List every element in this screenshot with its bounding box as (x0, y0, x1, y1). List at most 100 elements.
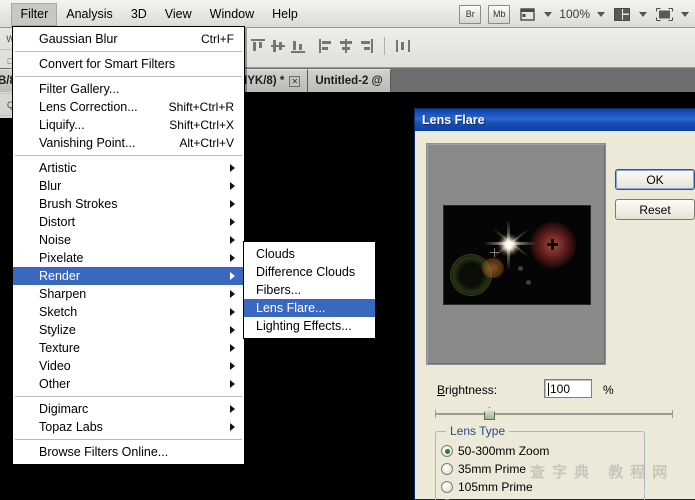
watermark-chinese: 查字典 教程网 (530, 463, 675, 481)
menu-item-digimarc[interactable]: Digimarc (13, 400, 244, 418)
menu-item-gaussian-blur[interactable]: Gaussian Blur Ctrl+F (13, 30, 244, 48)
view-extras-chevron-down-icon[interactable] (544, 11, 553, 17)
mini-bridge-icon[interactable]: Mb (488, 4, 511, 24)
menu-item-shortcut: Alt+Ctrl+V (179, 136, 234, 150)
menu-window[interactable]: Window (201, 3, 263, 26)
flare-amber-ring (482, 258, 504, 278)
submenu-item-lighting-effects[interactable]: Lighting Effects... (244, 317, 375, 335)
radio-50-300mm-zoom[interactable]: 50-300mm Zoom (441, 444, 549, 458)
menu-item-pixelate[interactable]: Pixelate (13, 249, 244, 267)
menu-item-label: Distort (39, 215, 76, 229)
submenu-arrow-icon (230, 236, 235, 244)
menu-item-texture[interactable]: Texture (13, 339, 244, 357)
menu-filter[interactable]: Filter (11, 2, 58, 26)
dialog-title-label: Lens Flare (422, 113, 485, 127)
menu-item-shortcut: Shift+Ctrl+R (168, 100, 234, 114)
submenu-item-fibers[interactable]: Fibers... (244, 281, 375, 299)
align-bottom-edges-icon[interactable] (290, 38, 306, 54)
zoom-chevron-down-icon[interactable] (597, 11, 605, 17)
menu-item-label: Pixelate (39, 251, 84, 265)
menu-view[interactable]: View (156, 3, 201, 26)
document-tab-label: Untitled-2 @ (315, 75, 383, 87)
menu-item-label: Gaussian Blur (39, 32, 118, 46)
distribute-icon[interactable] (395, 38, 411, 54)
menu-item-brush-strokes[interactable]: Brush Strokes (13, 195, 244, 213)
menu-item-label: Liquify... (39, 118, 85, 132)
arrange-chevron-down-icon[interactable] (639, 11, 647, 17)
menu-item-sharpen[interactable]: Sharpen (13, 285, 244, 303)
menu-3d[interactable]: 3D (122, 3, 156, 26)
menu-item-label: Texture (39, 341, 80, 355)
brightness-unit: % (603, 383, 614, 397)
arrange-documents-icon[interactable] (612, 5, 632, 24)
reset-button[interactable]: Reset (615, 199, 695, 220)
screen-mode-icon[interactable] (654, 5, 674, 24)
submenu-arrow-icon (230, 272, 235, 280)
menu-item-shortcut: Ctrl+F (201, 32, 234, 46)
menu-item-sketch[interactable]: Sketch (13, 303, 244, 321)
document-tab[interactable]: Untitled-2 @ (308, 69, 391, 92)
submenu-item-difference-clouds[interactable]: Difference Clouds (244, 263, 375, 281)
align-horizontal-centers-icon[interactable] (338, 38, 354, 54)
menu-item-browse-filters-online[interactable]: Browse Filters Online... (13, 443, 244, 461)
menu-item-distort[interactable]: Distort (13, 213, 244, 231)
menu-view-label: View (164, 6, 192, 21)
menu-item-artistic[interactable]: Artistic (13, 159, 244, 177)
menu-item-vanishing-point[interactable]: Vanishing Point... Alt+Ctrl+V (13, 134, 244, 152)
render-submenu: Clouds Difference Clouds Fibers... Lens … (243, 241, 376, 339)
ok-button[interactable]: OK (615, 169, 695, 190)
menu-item-stylize[interactable]: Stylize (13, 321, 244, 339)
brightness-input[interactable]: 100 (544, 379, 592, 398)
submenu-item-lens-flare[interactable]: Lens Flare... (244, 299, 375, 317)
flare-center-crosshair-icon[interactable] (547, 239, 558, 250)
menu-help[interactable]: Help (263, 3, 307, 26)
menu-item-lens-correction[interactable]: Lens Correction... Shift+Ctrl+R (13, 98, 244, 116)
alignment-icons-group (250, 37, 411, 55)
align-left-edges-icon[interactable] (318, 38, 334, 54)
menu-analysis[interactable]: Analysis (57, 3, 122, 26)
align-right-edges-icon[interactable] (358, 38, 374, 54)
menu-item-filter-gallery[interactable]: Filter Gallery... (13, 80, 244, 98)
submenu-item-clouds[interactable]: Clouds (244, 245, 375, 263)
brightness-slider[interactable] (435, 407, 673, 421)
menu-item-label: Stylize (39, 323, 76, 337)
menu-item-label: Convert for Smart Filters (39, 57, 176, 71)
flare-preview-image[interactable] (443, 205, 591, 305)
menu-item-noise[interactable]: Noise (13, 231, 244, 249)
radio-105mm-prime[interactable]: 105mm Prime (441, 480, 533, 494)
radio-label: 35mm Prime (458, 462, 527, 476)
screen-mode-chevron-down-icon[interactable] (681, 11, 689, 17)
menu-item-other[interactable]: Other (13, 375, 244, 393)
align-top-edges-icon[interactable] (250, 38, 266, 54)
submenu-arrow-icon (230, 164, 235, 172)
flare-preview-panel[interactable] (426, 143, 606, 365)
radio-button-icon[interactable] (441, 445, 453, 457)
menu-item-video[interactable]: Video (13, 357, 244, 375)
align-vertical-centers-icon[interactable] (270, 38, 286, 54)
dialog-title-bar[interactable]: Lens Flare (415, 109, 695, 131)
menu-item-label: Sketch (39, 305, 78, 319)
slider-track (435, 413, 673, 415)
menu-item-render[interactable]: Render (13, 267, 244, 285)
slider-thumb[interactable] (484, 407, 495, 420)
menu-item-label: Browse Filters Online... (39, 445, 169, 459)
menu-item-label: Filter Gallery... (39, 82, 120, 96)
menu-item-label: Lens Correction... (39, 100, 138, 114)
menu-item-convert-for-smart-filters[interactable]: Convert for Smart Filters (13, 55, 244, 73)
ok-button-label: OK (646, 172, 664, 187)
bridge-icon[interactable]: Br (459, 4, 482, 24)
view-extras-icon[interactable] (517, 5, 537, 24)
radio-35mm-prime[interactable]: 35mm Prime (441, 462, 526, 476)
lens-flare-dialog: Lens Flare OK Reset Brightness: 100 % Le… (414, 108, 695, 500)
close-icon[interactable]: ✕ (289, 75, 301, 87)
application-menu-bar: Filter Analysis 3D View Window Help Br M… (0, 0, 695, 28)
watermark-url: jiaocheng.chazidian.com (561, 486, 671, 497)
flare-artifact-dot (518, 266, 523, 271)
menu-item-liquify[interactable]: Liquify... Shift+Ctrl+X (13, 116, 244, 134)
menu-item-blur[interactable]: Blur (13, 177, 244, 195)
radio-button-icon[interactable] (441, 481, 453, 493)
menu-item-topaz-labs[interactable]: Topaz Labs (13, 418, 244, 436)
menu-analysis-label: Analysis (66, 6, 113, 21)
radio-button-icon[interactable] (441, 463, 453, 475)
brightness-control-row: Brightness: 100 % (437, 379, 692, 403)
